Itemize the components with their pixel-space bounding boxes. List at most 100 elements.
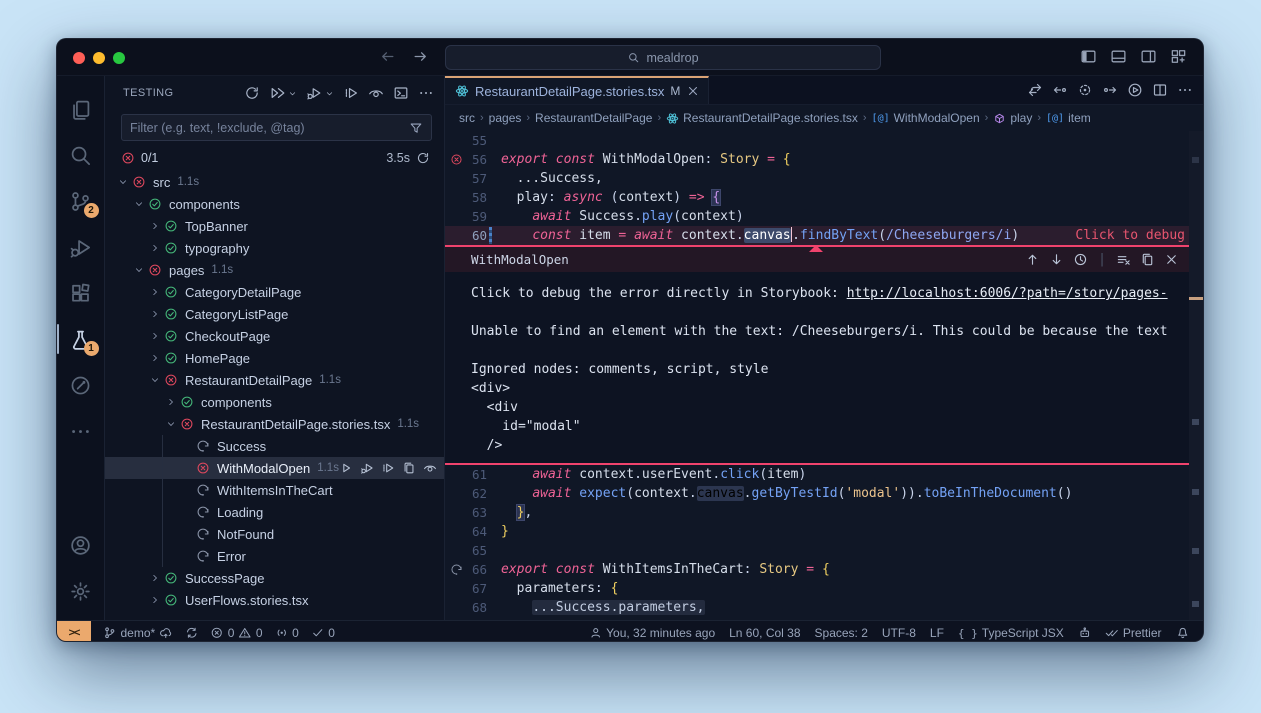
test-tree-item-categorydetailpage[interactable]: CategoryDetailPage xyxy=(105,281,444,303)
test-tree-item-withitemsinthecart[interactable]: WithItemsInTheCart xyxy=(105,479,444,501)
status-problems[interactable]: 00 xyxy=(210,626,262,640)
breadcrumb-item-item[interactable]: [@]item xyxy=(1046,111,1091,125)
breadcrumb-item-pages[interactable]: pages xyxy=(489,111,522,125)
arrow-down-icon[interactable] xyxy=(1049,252,1064,267)
debug-run-icon[interactable] xyxy=(360,461,374,475)
arrow-up-icon[interactable] xyxy=(1025,252,1040,267)
chevron-right-icon[interactable] xyxy=(147,243,163,253)
chevron-right-icon[interactable] xyxy=(147,331,163,341)
chevron-down-icon[interactable] xyxy=(331,89,334,98)
refresh-icon[interactable] xyxy=(244,85,260,101)
history-forward-icon[interactable] xyxy=(412,48,429,65)
eye-icon[interactable] xyxy=(423,461,437,475)
code-line-61[interactable]: 61 await context.userEvent.click(item) xyxy=(445,465,1203,484)
close-tab-icon[interactable] xyxy=(686,84,700,98)
test-tree-item-successpage[interactable]: SuccessPage xyxy=(105,567,444,589)
test-tree-item-restaurantdetailpage[interactable]: RestaurantDetailPage1.1s xyxy=(105,369,444,391)
play-icon[interactable] xyxy=(339,461,353,475)
test-tree-item-categorylistpage[interactable]: CategoryListPage xyxy=(105,303,444,325)
copy-icon[interactable] xyxy=(402,461,416,475)
gutter[interactable]: 62 xyxy=(445,484,493,503)
gutter[interactable]: 55 xyxy=(445,131,493,150)
test-tree-item-components[interactable]: components xyxy=(105,391,444,413)
gutter[interactable]: 61 xyxy=(445,465,493,484)
code-line-60[interactable]: 60 const item = await context.canvas.fin… xyxy=(445,226,1203,245)
gutter[interactable]: 67 xyxy=(445,579,493,598)
gutter[interactable]: 57 xyxy=(445,169,493,188)
activity-source-control-icon[interactable]: 2 xyxy=(57,178,105,224)
chevron-right-icon[interactable] xyxy=(147,309,163,319)
layout-editor-grid-icon[interactable] xyxy=(1170,48,1187,65)
history-icon[interactable] xyxy=(1073,252,1088,267)
history-back-icon[interactable] xyxy=(379,48,396,65)
chevron-right-icon[interactable] xyxy=(163,397,179,407)
code-line-57[interactable]: 57 ...Success, xyxy=(445,169,1203,188)
nav-forward-icon[interactable] xyxy=(1102,82,1118,98)
code-line-55[interactable]: 55 xyxy=(445,131,1203,150)
test-tree-item-src[interactable]: src1.1s xyxy=(105,171,444,193)
run-all-icon[interactable] xyxy=(269,85,285,101)
status-language-mode[interactable]: { }TypeScript JSX xyxy=(958,626,1064,640)
close-window-button[interactable] xyxy=(73,52,85,64)
chevron-down-icon[interactable] xyxy=(131,265,147,275)
test-tree-item-notfound[interactable]: NotFound xyxy=(105,523,444,545)
filter-icon[interactable] xyxy=(409,121,423,135)
chevron-down-icon[interactable] xyxy=(294,89,297,98)
code-line-63[interactable]: 63 }, xyxy=(445,503,1203,522)
coverage-run-icon[interactable] xyxy=(381,461,395,475)
code-line-62[interactable]: 62 await expect(context.canvas.getByTest… xyxy=(445,484,1203,503)
command-center-search[interactable]: mealdrop xyxy=(445,45,881,70)
code-line-58[interactable]: 58 play: async (context) => { xyxy=(445,188,1203,207)
status-branch[interactable]: demo* xyxy=(103,626,173,640)
test-tree-item-error[interactable]: Error xyxy=(105,545,444,567)
rerun-icon[interactable] xyxy=(416,151,430,165)
test-tree-item-checkoutpage[interactable]: CheckoutPage xyxy=(105,325,444,347)
breadcrumb-item-play[interactable]: play xyxy=(993,111,1032,125)
layout-sidebar-right-icon[interactable] xyxy=(1140,48,1157,65)
test-tree-item-typography[interactable]: typography xyxy=(105,237,444,259)
activity-beaker-icon[interactable]: 1 xyxy=(57,316,105,362)
nav-focus-icon[interactable] xyxy=(1077,82,1093,98)
test-tree-item-topbanner[interactable]: TopBanner xyxy=(105,215,444,237)
remote-indicator[interactable]: >< xyxy=(57,621,91,642)
minimize-window-button[interactable] xyxy=(93,52,105,64)
activity-account-icon[interactable] xyxy=(57,522,105,568)
activity-search-icon[interactable] xyxy=(57,132,105,178)
chevron-right-icon[interactable] xyxy=(147,595,163,605)
status-ports[interactable]: 0 xyxy=(275,626,299,640)
code-line-67[interactable]: 67 parameters: { xyxy=(445,579,1203,598)
more-icon[interactable] xyxy=(418,85,434,101)
gutter[interactable]: 65 xyxy=(445,541,493,560)
gutter[interactable]: 64 xyxy=(445,522,493,541)
code-line-65[interactable]: 65 xyxy=(445,541,1203,560)
chevron-right-icon[interactable] xyxy=(147,221,163,231)
activity-run-debug-icon[interactable] xyxy=(57,224,105,270)
chevron-down-icon[interactable] xyxy=(131,199,147,209)
chevron-down-icon[interactable] xyxy=(115,177,131,187)
code-line-64[interactable]: 64} xyxy=(445,522,1203,541)
status-sync[interactable] xyxy=(185,626,199,640)
gutter[interactable]: 56 xyxy=(445,150,493,169)
activity-extensions-icon[interactable] xyxy=(57,270,105,316)
breadcrumb-item-src[interactable]: src xyxy=(459,111,475,125)
status-formatter[interactable]: Prettier xyxy=(1105,626,1161,640)
split-editor-icon[interactable] xyxy=(1152,82,1168,98)
code-line-66[interactable]: 66export const WithItemsInTheCart: Story… xyxy=(445,560,1203,579)
gutter[interactable]: 60 xyxy=(445,226,493,245)
gutter-error-icon[interactable] xyxy=(450,153,463,166)
run-circle-icon[interactable] xyxy=(1127,82,1143,98)
status-encoding[interactable]: UTF-8 xyxy=(882,626,916,640)
test-tree-item-withmodalopen[interactable]: WithModalOpen1.1s xyxy=(105,457,444,479)
test-tree-item-components[interactable]: components xyxy=(105,193,444,215)
eye-icon[interactable] xyxy=(368,85,384,101)
status-copilot[interactable] xyxy=(1078,626,1092,640)
gutter[interactable]: 66 xyxy=(445,560,493,579)
activity-files-icon[interactable] xyxy=(57,86,105,132)
code-line-56[interactable]: 56export const WithModalOpen: Story = { xyxy=(445,150,1203,169)
nav-back-icon[interactable] xyxy=(1052,82,1068,98)
test-tree-item-loading[interactable]: Loading xyxy=(105,501,444,523)
breadcrumb-item-restaurantdetailpage[interactable]: RestaurantDetailPage xyxy=(535,111,652,125)
test-tree-item-restaurantdetailpage.stories.tsx[interactable]: RestaurantDetailPage.stories.tsx1.1s xyxy=(105,413,444,435)
terminal-icon[interactable] xyxy=(393,85,409,101)
test-tree-item-userflows.stories.tsx[interactable]: UserFlows.stories.tsx xyxy=(105,589,444,611)
